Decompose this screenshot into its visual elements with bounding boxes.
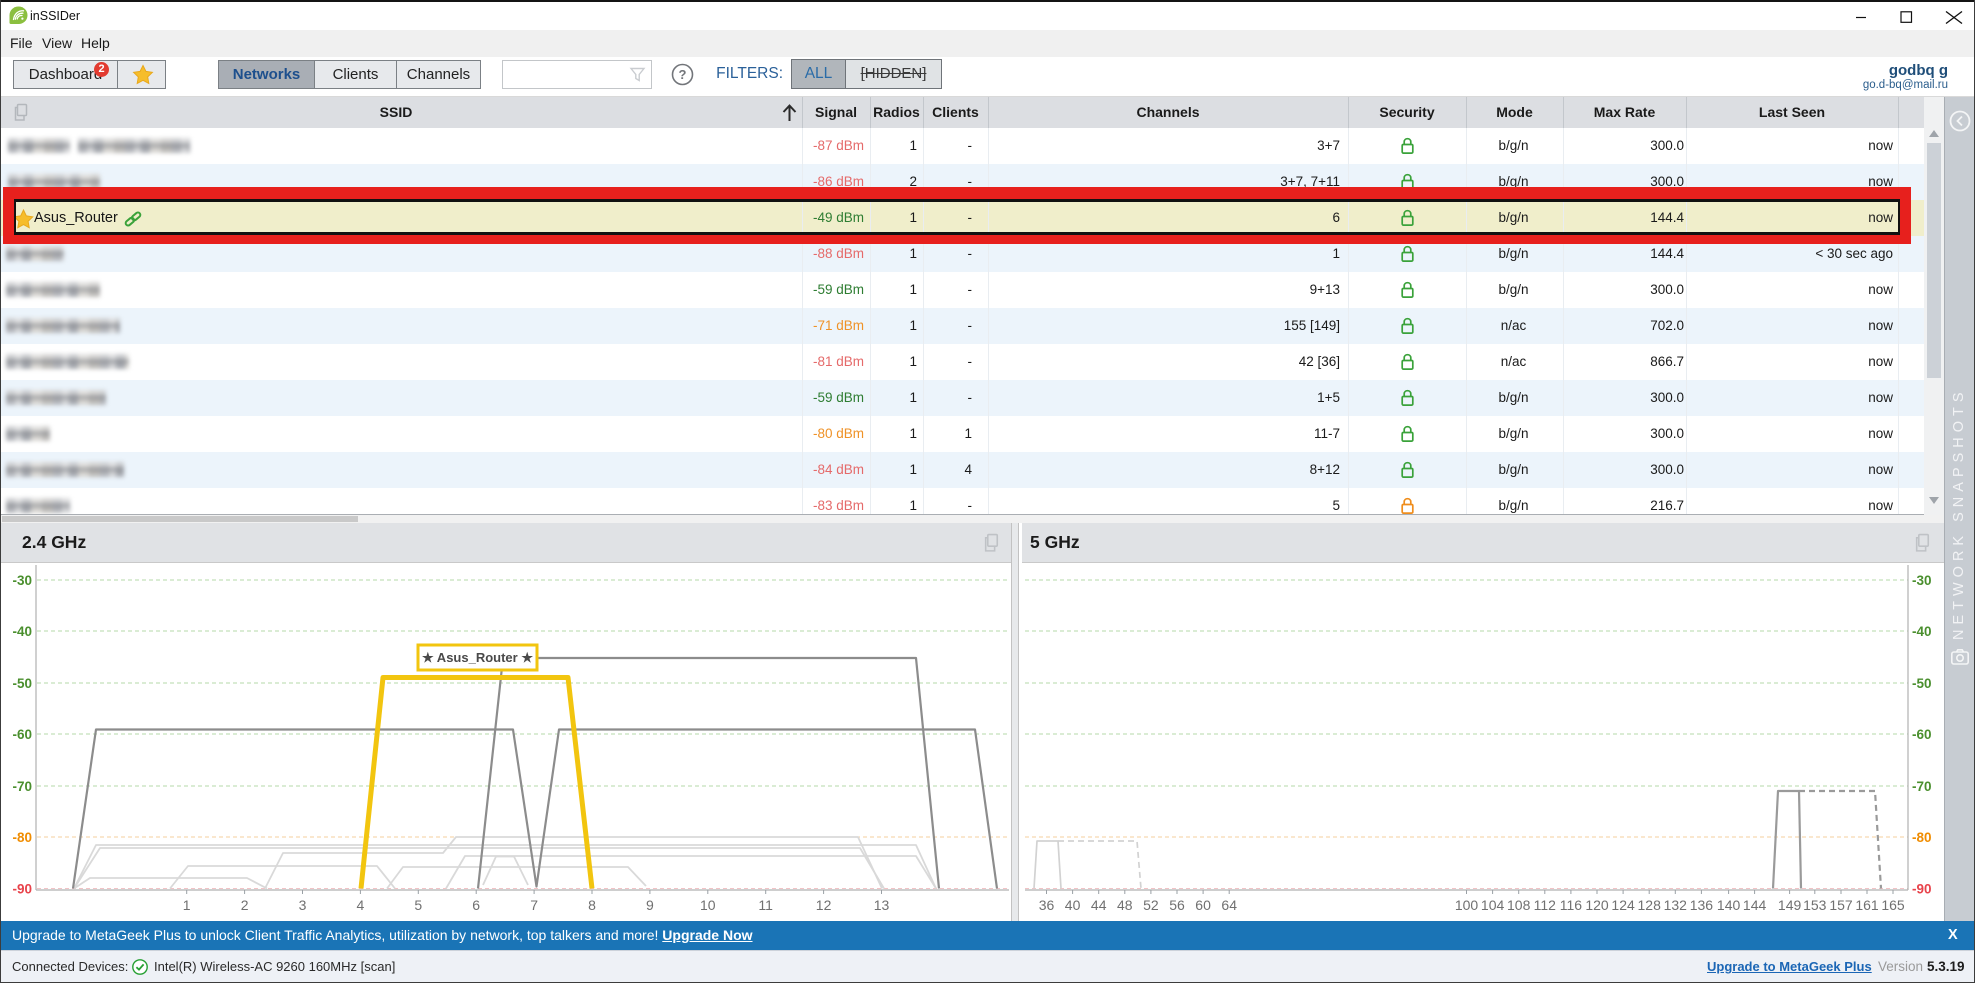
svg-text:-30: -30	[12, 573, 32, 588]
svg-text:48: 48	[1117, 897, 1133, 913]
svg-text:100: 100	[1455, 897, 1479, 913]
svg-text:36: 36	[1039, 897, 1055, 913]
svg-text:124: 124	[1611, 897, 1635, 913]
svg-text:52: 52	[1143, 897, 1159, 913]
svg-text:1: 1	[183, 897, 191, 913]
svg-text:149: 149	[1778, 897, 1802, 913]
svg-text:153: 153	[1803, 897, 1827, 913]
svg-text:108: 108	[1507, 897, 1531, 913]
svg-text:9: 9	[646, 897, 654, 913]
svg-text:★ Asus_Router ★: ★ Asus_Router ★	[422, 650, 533, 665]
svg-text:144: 144	[1743, 897, 1767, 913]
svg-text:157: 157	[1829, 897, 1853, 913]
svg-text:-60: -60	[12, 727, 32, 742]
svg-text:12: 12	[816, 897, 832, 913]
svg-text:10: 10	[700, 897, 716, 913]
svg-text:7: 7	[530, 897, 538, 913]
svg-text:4: 4	[357, 897, 365, 913]
svg-text:3: 3	[299, 897, 307, 913]
svg-text:2: 2	[241, 897, 249, 913]
svg-text:112: 112	[1534, 897, 1557, 913]
svg-text:11: 11	[758, 897, 773, 913]
svg-text:-80: -80	[1912, 830, 1932, 845]
svg-text:60: 60	[1195, 897, 1211, 913]
svg-text:-70: -70	[1912, 779, 1932, 794]
svg-text:8: 8	[588, 897, 596, 913]
svg-text:-50: -50	[12, 676, 32, 691]
svg-text:104: 104	[1481, 897, 1505, 913]
svg-text:-80: -80	[12, 830, 32, 845]
svg-text:-70: -70	[12, 779, 32, 794]
svg-text:64: 64	[1221, 897, 1237, 913]
svg-text:132: 132	[1664, 897, 1688, 913]
svg-text:-90: -90	[1912, 882, 1932, 897]
svg-text:120: 120	[1585, 897, 1609, 913]
svg-text:161: 161	[1855, 897, 1879, 913]
svg-text:116: 116	[1560, 897, 1583, 913]
svg-text:13: 13	[874, 897, 890, 913]
svg-text:165: 165	[1881, 897, 1905, 913]
svg-text:6: 6	[472, 897, 480, 913]
svg-text:-40: -40	[12, 624, 32, 639]
svg-text:-30: -30	[1912, 573, 1932, 588]
svg-text:40: 40	[1065, 897, 1081, 913]
svg-text:128: 128	[1638, 897, 1662, 913]
svg-text:140: 140	[1717, 897, 1741, 913]
svg-text:56: 56	[1169, 897, 1185, 913]
svg-text:5: 5	[414, 897, 422, 913]
svg-text:-40: -40	[1912, 624, 1932, 639]
svg-text:-90: -90	[12, 882, 32, 897]
svg-text:44: 44	[1091, 897, 1107, 913]
svg-text:136: 136	[1690, 897, 1714, 913]
svg-text:-60: -60	[1912, 727, 1932, 742]
svg-text:-50: -50	[1912, 676, 1932, 691]
